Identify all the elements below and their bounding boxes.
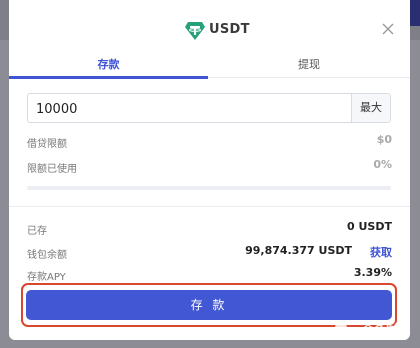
modal-title: USDT	[209, 22, 250, 37]
close-icon[interactable]	[381, 22, 395, 36]
tether-shield-icon	[185, 22, 205, 40]
deposited-value: 0 USDT	[347, 220, 392, 233]
limit-used-progress-bar	[27, 186, 391, 190]
limit-used-value: 0%	[373, 158, 392, 171]
deposit-modal: USDT 存款 提现 最大 借贷限额 $0 限额已使用 0% 已存 0 USDT…	[9, 0, 410, 340]
wallet-balance-label: 钱包余额	[27, 250, 67, 261]
amount-field-wrapper: 最大	[27, 93, 391, 123]
tab-bar: 存款 提现	[9, 56, 410, 79]
tab-deposit[interactable]: 存款	[9, 56, 208, 79]
divider	[9, 206, 410, 207]
watermark-logo-icon	[335, 325, 347, 337]
max-button[interactable]: 最大	[351, 94, 390, 122]
wallet-balance-value: 99,874.377 USDT	[245, 244, 352, 257]
modal-header: USDT	[9, 0, 410, 56]
limit-used-label: 限额已使用	[27, 164, 77, 175]
get-link[interactable]: 获取	[370, 244, 392, 260]
watermark: 金色财经	[361, 323, 410, 337]
credit-limit-value: $0	[376, 133, 392, 146]
amount-input[interactable]	[36, 100, 336, 118]
deposit-apy-value: 3.39%	[353, 266, 392, 279]
tab-withdraw[interactable]: 提现	[208, 56, 410, 78]
deposit-button[interactable]: 存 款	[26, 290, 392, 320]
credit-limit-label: 借贷限额	[27, 139, 67, 150]
deposit-apy-label: 存款APY	[27, 272, 66, 283]
deposited-label: 已存	[27, 226, 47, 237]
